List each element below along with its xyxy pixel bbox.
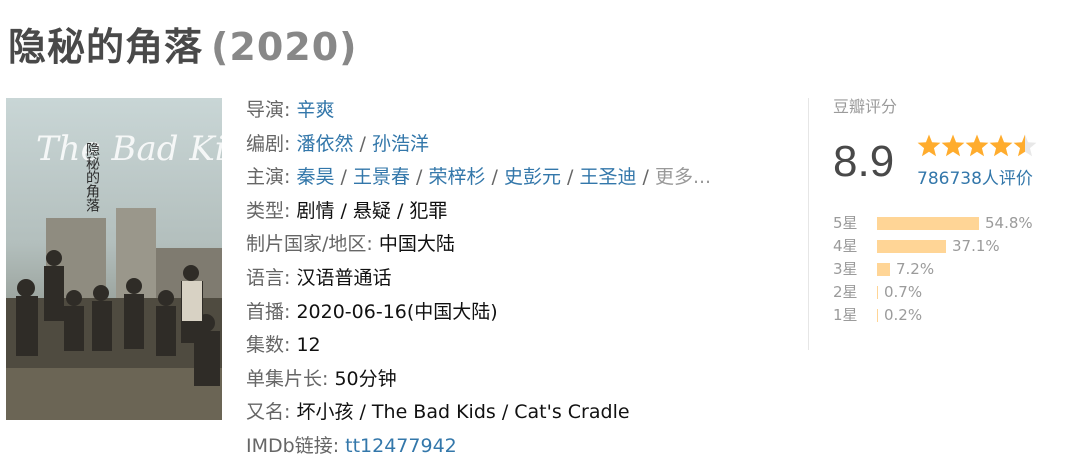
rating-star-label: 5星 xyxy=(833,214,858,232)
rating-distribution-row: 3星 7.2% xyxy=(833,258,1073,281)
separator: / xyxy=(636,166,655,189)
imdb-link[interactable]: tt12477942 xyxy=(345,435,457,457)
director-row: 导演: 辛爽 xyxy=(246,94,786,128)
cast-link[interactable]: 王景春 xyxy=(353,166,410,188)
premiere-label: 首播: xyxy=(246,300,297,323)
star-icon xyxy=(917,134,941,157)
divider xyxy=(808,98,809,350)
rating-stars xyxy=(917,134,1037,157)
rating-percent: 7.2% xyxy=(896,260,935,278)
country-row: 制片国家/地区: 中国大陆 xyxy=(246,228,786,262)
cast-link[interactable]: 史彭元 xyxy=(504,166,561,188)
episodes-value: 12 xyxy=(296,334,321,357)
writer-link[interactable]: 潘依然 xyxy=(296,133,353,155)
rating-bar xyxy=(877,240,946,253)
aka-row: 又名: 坏小孩 / The Bad Kids / Cat's Cradle xyxy=(246,396,786,430)
director-link[interactable]: 辛爽 xyxy=(296,99,334,121)
title-year: (2020) xyxy=(211,25,358,69)
separator: / xyxy=(485,166,504,189)
rating-distribution-row: 2星 0.7% xyxy=(833,281,1073,304)
page-title: 隐秘的角落 (2020) xyxy=(8,16,358,71)
cast-link[interactable]: 王圣迪 xyxy=(579,166,636,188)
country-value: 中国大陆 xyxy=(378,233,455,256)
writer-link[interactable]: 孙浩洋 xyxy=(372,133,429,155)
imdb-label: IMDb链接: xyxy=(246,434,346,457)
star-icon xyxy=(941,134,965,157)
rating-votes-link[interactable]: 786738人评价 xyxy=(917,164,1033,189)
genre-label: 类型: xyxy=(246,199,297,222)
cast-link[interactable]: 荣梓杉 xyxy=(428,166,485,188)
genre-value: 剧情 / 悬疑 / 犯罪 xyxy=(296,199,448,222)
title-text: 隐秘的角落 xyxy=(8,25,204,69)
rating-star-label: 2星 xyxy=(833,283,858,301)
runtime-row: 单集片长: 50分钟 xyxy=(246,363,786,397)
star-icon xyxy=(965,134,989,157)
separator: / xyxy=(560,166,580,189)
rating-star-label: 4星 xyxy=(833,237,858,255)
rating-percent: 0.7% xyxy=(884,283,923,301)
episodes-label: 集数: xyxy=(246,334,297,357)
country-label: 制片国家/地区: xyxy=(246,233,379,256)
rating-bar xyxy=(877,286,878,299)
separator: / xyxy=(334,166,353,189)
poster-title-en: The Bad Kids xyxy=(36,129,222,169)
separator: / xyxy=(353,132,372,155)
rating-bar xyxy=(877,217,979,230)
aka-value: 坏小孩 / The Bad Kids / Cat's Cradle xyxy=(296,401,630,424)
language-label: 语言: xyxy=(246,266,297,289)
runtime-value: 50分钟 xyxy=(334,367,397,390)
star-icon xyxy=(1013,134,1037,157)
language-row: 语言: 汉语普通话 xyxy=(246,262,786,296)
genre-row: 类型: 剧情 / 悬疑 / 犯罪 xyxy=(246,195,786,229)
imdb-row: IMDb链接: tt12477942 xyxy=(246,430,786,464)
rating-star-label: 1星 xyxy=(833,306,858,324)
rating-percent: 0.2% xyxy=(884,306,923,324)
premiere-value: 2020-06-16(中国大陆) xyxy=(296,300,498,323)
rating-bar xyxy=(877,309,878,322)
cast-label: 主演: xyxy=(246,166,297,189)
premiere-row: 首播: 2020-06-16(中国大陆) xyxy=(246,296,786,330)
poster-image[interactable]: The Bad Kids 隐秘的角落 xyxy=(6,98,222,420)
star-icon xyxy=(989,134,1013,157)
writer-label: 编剧: xyxy=(246,132,297,155)
rating-distribution-row: 1星 0.2% xyxy=(833,304,1073,327)
episodes-row: 集数: 12 xyxy=(246,329,786,363)
rating-distribution-row: 5星 54.8% xyxy=(833,212,1073,235)
rating-star-label: 3星 xyxy=(833,260,858,278)
rating-percent: 54.8% xyxy=(985,214,1033,232)
cast-link[interactable]: 秦昊 xyxy=(296,166,334,188)
writer-row: 编剧: 潘依然 / 孙浩洋 xyxy=(246,128,786,162)
rating-score: 8.9 xyxy=(833,137,895,186)
director-label: 导演: xyxy=(246,99,297,121)
rating-bar xyxy=(877,263,890,276)
rating-percent: 37.1% xyxy=(952,237,1000,255)
language-value: 汉语普通话 xyxy=(296,266,392,289)
movie-info: 导演: 辛爽 编剧: 潘依然 / 孙浩洋 主演: 秦昊 / 王景春 / 荣梓杉 … xyxy=(246,94,786,464)
rating-distribution: 5星 54.8% 4星 37.1% 3星 7.2% 2星 0.7% 1星 0.2% xyxy=(833,212,1073,327)
aka-label: 又名: xyxy=(246,401,297,424)
separator: / xyxy=(409,166,429,189)
poster-title-cn: 隐秘的角落 xyxy=(84,142,100,212)
runtime-label: 单集片长: xyxy=(246,367,335,390)
rating-header: 豆瓣评分 xyxy=(833,97,898,116)
cast-more-link[interactable]: 更多... xyxy=(655,166,711,188)
rating-panel: 豆瓣评分 8.9 786738人评价 5星 54.8% 4星 37.1% 3星 7.2% 2… xyxy=(833,94,1073,324)
cast-row: 主演: 秦昊 / 王景春 / 荣梓杉 / 史彭元 / 王圣迪 / 更多... xyxy=(246,161,786,195)
rating-distribution-row: 4星 37.1% xyxy=(833,235,1073,258)
poster-art: The Bad Kids 隐秘的角落 xyxy=(6,98,222,420)
